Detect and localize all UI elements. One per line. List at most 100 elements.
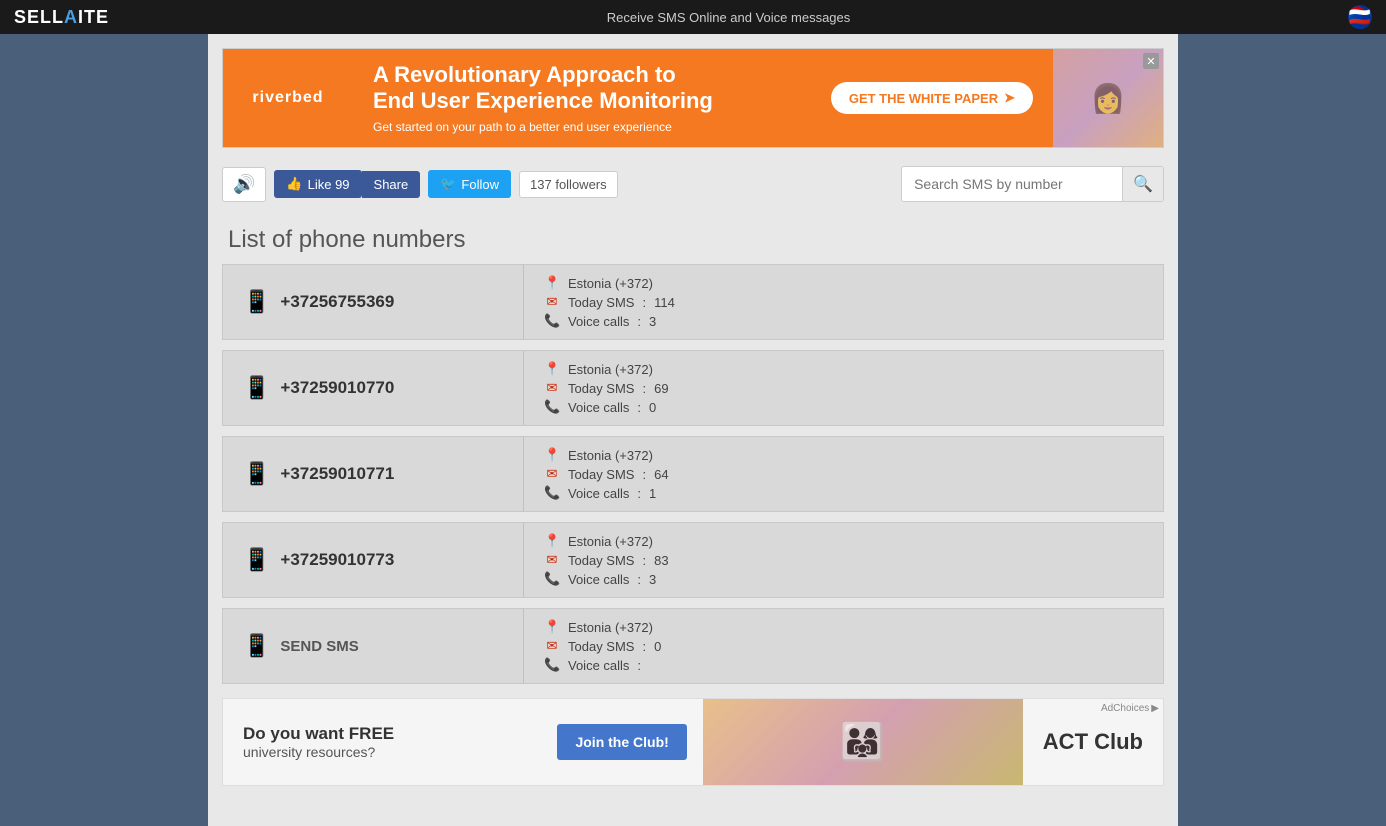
send-sms-cell: 📱 SEND SMS [223,609,523,683]
top-bar: SELLAITE Receive SMS Online and Voice me… [0,0,1386,34]
sms-count: 114 [654,295,675,310]
voice-count: 0 [649,400,656,415]
country-label: Estonia (+372) [568,362,653,377]
search-icon: 🔍 [1133,176,1153,193]
country-label: Estonia (+372) [568,276,653,291]
fb-share-button[interactable]: Share [362,171,421,198]
sms-label: Today SMS [568,467,634,482]
phone-country: 📍 Estonia (+372) [544,447,1143,463]
phone-sms: ✉ Today SMS : 69 [544,380,1143,396]
phone-country: 📍 Estonia (+372) [544,619,1143,635]
location-icon: 📍 [544,361,560,377]
table-row[interactable]: 📱 +37259010770 📍 Estonia (+372) ✉ Today … [222,350,1164,426]
voice-label: Voice calls [568,658,629,673]
sms-icon: ✉ [544,380,560,396]
phone-number-cell: 📱 +37259010773 [223,523,523,597]
banner-ad-inner: riverbed A Revolutionary Approach to End… [222,48,1164,148]
sms-label: Today SMS [568,295,634,310]
location-icon: 📍 [544,275,560,291]
phone-number-cell: 📱 +37259010770 [223,351,523,425]
phone-voice: 📞 Voice calls : [544,657,1143,673]
voice-separator: : [637,400,641,415]
send-sms-row[interactable]: 📱 SEND SMS 📍 Estonia (+372) ✉ Today SMS … [222,608,1164,684]
ad-choices-label: AdChoices [1101,703,1149,714]
search-input[interactable] [902,169,1122,199]
phone-number-value: +37259010771 [280,464,394,484]
voice-separator: : [637,572,641,587]
phone-country: 📍 Estonia (+372) [544,361,1143,377]
phone-sms: ✉ Today SMS : 64 [544,466,1143,482]
bottom-ad-content: Do you want FREE university resources? [223,699,557,785]
twitter-follow-button[interactable]: 🐦 Follow [428,170,511,198]
send-sms-details: 📍 Estonia (+372) ✉ Today SMS : 0 📞 Voice… [523,609,1163,683]
search-button[interactable]: 🔍 [1122,167,1163,201]
sms-separator: : [642,381,646,396]
fb-like-label: Like 99 [308,177,350,192]
bottom-ad-brand: ACT Club [1023,719,1163,765]
flag-icon: 🇷🇺 [1348,5,1372,29]
main-wrapper: riverbed A Revolutionary Approach to End… [208,34,1178,826]
phone-voice: 📞 Voice calls : 3 [544,571,1143,587]
sms-separator: : [642,295,646,310]
voice-icon: 📞 [544,485,560,501]
banner-cta-arrow: ➤ [1004,90,1015,106]
page-title: List of phone numbers [208,210,1178,264]
location-icon: 📍 [544,447,560,463]
banner-cta-area[interactable]: GET THE WHITE PAPER ➤ [811,49,1053,147]
table-row[interactable]: 📱 +37259010771 📍 Estonia (+372) ✉ Today … [222,436,1164,512]
phone-number-value: +37259010770 [280,378,394,398]
sms-label: Today SMS [568,639,634,654]
phone-details-cell: 📍 Estonia (+372) ✉ Today SMS : 114 📞 Voi… [523,265,1163,339]
phone-icon: 📱 [243,289,270,315]
toolbar: 🔊 👍 Like 99 Share 🐦 Follow 137 followers… [208,158,1178,210]
logo: SELLAITE [14,7,109,28]
banner-brand-area: riverbed [223,49,353,147]
sms-label: Today SMS [568,381,634,396]
sms-icon: ✉ [544,552,560,568]
sms-separator: : [642,553,646,568]
phone-number-value: +37256755369 [280,292,394,312]
banner-content: A Revolutionary Approach to End User Exp… [353,49,811,147]
voice-icon: 📞 [544,313,560,329]
bottom-ad: AdChoices ▶ Do you want FREE university … [222,698,1164,786]
sound-button[interactable]: 🔊 [222,167,266,202]
fb-buttons: 👍 Like 99 Share [274,170,420,198]
phone-icon: 📱 [243,375,270,401]
sms-icon: ✉ [544,294,560,310]
act-brand-label: ACT Club [1043,729,1143,754]
phone-sms: ✉ Today SMS : 114 [544,294,1143,310]
fb-like-button[interactable]: 👍 Like 99 [274,170,361,198]
banner-cta-button[interactable]: GET THE WHITE PAPER ➤ [831,82,1033,114]
location-icon: 📍 [544,533,560,549]
sms-separator: : [642,639,646,654]
sound-icon: 🔊 [233,174,255,195]
banner-headline: A Revolutionary Approach to End User Exp… [373,62,791,115]
voice-separator: : [637,314,641,329]
voice-label: Voice calls [568,400,629,415]
followers-text: followers [555,177,606,192]
table-row[interactable]: 📱 +37256755369 📍 Estonia (+372) ✉ Today … [222,264,1164,340]
country-label: Estonia (+372) [568,620,653,635]
tw-follow-label: Follow [461,177,499,192]
country-label: Estonia (+372) [568,448,653,463]
phone-icon: 📱 [243,461,270,487]
followers-badge: 137 followers [519,171,618,198]
phone-number-cell: 📱 +37256755369 [223,265,523,339]
phone-icon: 📱 [243,633,270,659]
phone-voice: 📞 Voice calls : 3 [544,313,1143,329]
search-area: 🔍 [901,166,1164,202]
phone-details-cell: 📍 Estonia (+372) ✉ Today SMS : 64 📞 Voic… [523,437,1163,511]
phone-number-cell: 📱 +37259010771 [223,437,523,511]
bottom-ad-cta-button[interactable]: Join the Club! [557,724,686,760]
banner-close[interactable]: ✕ [1143,53,1159,69]
phone-icon: 📱 [243,547,270,573]
phone-sms: ✉ Today SMS : 0 [544,638,1143,654]
phone-voice: 📞 Voice calls : 1 [544,485,1143,501]
sms-separator: : [642,467,646,482]
country-label: Estonia (+372) [568,534,653,549]
send-sms-label: SEND SMS [280,638,358,655]
twitter-bird-icon: 🐦 [440,176,456,192]
sms-count: 69 [654,381,668,396]
fb-share-label: Share [374,177,409,192]
table-row[interactable]: 📱 +37259010773 📍 Estonia (+372) ✉ Today … [222,522,1164,598]
